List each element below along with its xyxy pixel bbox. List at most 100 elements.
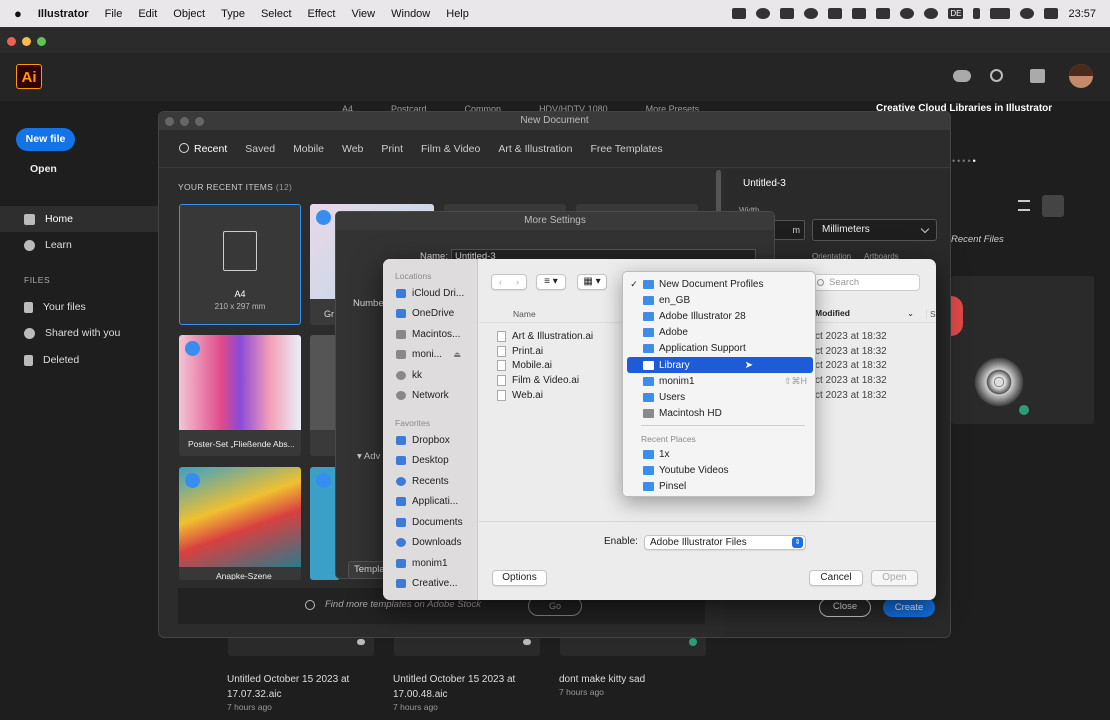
menu-item-application-support[interactable]: Application Support xyxy=(627,340,813,356)
chevron-right-icon[interactable]: › xyxy=(516,277,519,287)
tab-print[interactable]: Print xyxy=(381,143,403,155)
menu-item-adobe-illustrator-28[interactable]: Adobe Illustrator 28 xyxy=(627,308,813,324)
menu-type[interactable]: Type xyxy=(213,8,253,20)
recent-file-thumb-3[interactable] xyxy=(560,636,706,656)
sidebar-item-onedrive[interactable]: OneDrive xyxy=(383,304,477,325)
menu-object[interactable]: Object xyxy=(165,8,213,20)
menu-item-pinsel[interactable]: Pinsel xyxy=(627,478,813,494)
dialog-zoom-button[interactable] xyxy=(195,117,204,126)
list-view-button[interactable]: ≡ ▾ xyxy=(536,274,566,290)
create-button[interactable]: Create xyxy=(883,598,935,617)
zoom-window-button[interactable] xyxy=(37,37,46,46)
column-name[interactable]: Name xyxy=(513,309,536,319)
group-view-button[interactable]: ▦ ▾ xyxy=(577,274,607,290)
tab-web[interactable]: Web xyxy=(342,143,363,155)
preset-card-a4[interactable]: A4 210 x 297 mm xyxy=(179,204,301,325)
back-button[interactable]: ‹ › xyxy=(491,274,527,290)
advanced-toggle[interactable]: ▾ Adv xyxy=(357,451,380,462)
tab-recent[interactable]: Recent xyxy=(179,142,227,155)
keyboard-icon[interactable] xyxy=(876,8,891,19)
units-select[interactable]: Millimeters xyxy=(812,219,937,241)
menu-item-macintosh-hd[interactable]: Macintosh HD xyxy=(627,405,813,421)
sidebar-item-kk[interactable]: kk xyxy=(383,365,477,386)
gift-icon[interactable] xyxy=(1030,69,1045,83)
menu-help[interactable]: Help xyxy=(438,8,477,20)
column-size[interactable]: Si xyxy=(926,309,936,319)
menu-item-youtube-videos[interactable]: Youtube Videos xyxy=(627,462,813,478)
avatar[interactable] xyxy=(1069,64,1093,88)
open-button[interactable]: Open xyxy=(871,570,918,586)
sidebar-item-moni[interactable]: moni... ⏏ xyxy=(383,345,477,366)
dialog-close-button[interactable] xyxy=(165,117,174,126)
cancel-button[interactable]: Cancel xyxy=(809,570,863,586)
menu-item-monim1[interactable]: monim1 ⇧⌘H xyxy=(627,373,813,389)
enable-select[interactable]: Adobe Illustrator Files ⇕ xyxy=(644,535,806,550)
tab-film-video[interactable]: Film & Video xyxy=(421,143,480,155)
nav-your-files[interactable]: Your files xyxy=(0,294,86,320)
nav-home[interactable]: Home xyxy=(0,206,160,232)
find-templates-input[interactable]: Find more templates on Adobe Stock xyxy=(325,599,481,610)
time-machine-icon[interactable] xyxy=(924,8,939,19)
apple-menu-icon[interactable]: ● xyxy=(0,6,30,21)
recent-file-item[interactable]: dont make kitty sad 7 hours ago xyxy=(559,672,699,697)
menu-illustrator[interactable]: Illustrator xyxy=(30,8,97,20)
tab-saved[interactable]: Saved xyxy=(245,143,275,155)
menu-effect[interactable]: Effect xyxy=(300,8,344,20)
template-card-poster[interactable]: Poster-Set „Fließende Abs... xyxy=(179,335,301,456)
minimize-window-button[interactable] xyxy=(22,37,31,46)
nav-learn[interactable]: Learn xyxy=(0,232,72,258)
list-view-icon[interactable] xyxy=(1018,200,1030,211)
menu-edit[interactable]: Edit xyxy=(130,8,165,20)
template-card-anapke[interactable]: Anapke-Szene xyxy=(179,467,301,580)
search-field[interactable]: Search xyxy=(811,274,920,291)
close-window-button[interactable] xyxy=(7,37,16,46)
nav-shared[interactable]: Shared with you xyxy=(0,320,120,346)
recent-file-item[interactable]: Untitled October 15 2023 at 17.07.32.aic… xyxy=(227,672,357,712)
camera-icon[interactable] xyxy=(732,8,747,19)
play-icon[interactable] xyxy=(900,8,915,19)
new-file-button[interactable]: New file xyxy=(16,128,75,151)
tab-art-illustration[interactable]: Art & Illustration xyxy=(498,143,572,155)
recent-file-thumb-2[interactable] xyxy=(394,636,540,656)
nav-deleted[interactable]: Deleted xyxy=(0,347,79,373)
recent-file-thumb-1[interactable] xyxy=(228,636,374,656)
grid-view-icon[interactable] xyxy=(1042,195,1064,217)
bg-recent-thumb[interactable] xyxy=(951,276,1094,424)
menu-window[interactable]: Window xyxy=(383,8,438,20)
dropbox-icon[interactable] xyxy=(780,8,795,19)
menu-view[interactable]: View xyxy=(343,8,383,20)
creative-cloud-icon[interactable] xyxy=(756,8,771,19)
video-icon[interactable] xyxy=(828,8,843,19)
adobe-status-icon[interactable] xyxy=(804,8,819,19)
options-button[interactable]: Options xyxy=(492,570,547,586)
menu-item-library[interactable]: Library ➤ xyxy=(627,357,813,373)
bluetooth-icon[interactable] xyxy=(973,8,981,19)
chevron-left-icon[interactable]: ‹ xyxy=(499,277,502,287)
sidebar-item-macintosh[interactable]: Macintos... xyxy=(383,324,477,345)
menu-item-adobe[interactable]: Adobe xyxy=(627,324,813,340)
document-name-field[interactable]: Untitled-3 xyxy=(743,178,786,189)
sidebar-item-documents[interactable]: Documents xyxy=(383,512,477,533)
menu-item-en-gb[interactable]: en_GB xyxy=(627,292,813,308)
cloud-icon[interactable] xyxy=(953,70,971,82)
menu-item-new-document-profiles[interactable]: ✓ New Document Profiles xyxy=(627,276,813,292)
open-button[interactable]: Open xyxy=(30,163,57,175)
sidebar-item-applications[interactable]: Applicati... xyxy=(383,492,477,513)
close-button[interactable]: Close xyxy=(819,598,871,617)
sidebar-item-downloads[interactable]: Downloads xyxy=(383,533,477,554)
dialog-minimize-button[interactable] xyxy=(180,117,189,126)
menu-select[interactable]: Select xyxy=(253,8,300,20)
sidebar-item-creative[interactable]: Creative... xyxy=(383,574,477,595)
tab-mobile[interactable]: Mobile xyxy=(293,143,324,155)
input-source-badge[interactable]: DE xyxy=(948,8,964,19)
menu-file[interactable]: File xyxy=(97,8,131,20)
menu-item-users[interactable]: Users xyxy=(627,389,813,405)
template-button[interactable]: Templa xyxy=(348,561,388,579)
app-menu-icon[interactable] xyxy=(852,8,867,19)
search-icon[interactable] xyxy=(990,69,1003,82)
clock[interactable]: 23:57 xyxy=(1068,8,1096,20)
sidebar-item-icloud[interactable]: iCloud Dri... xyxy=(383,283,477,304)
menu-item-1x[interactable]: 1x xyxy=(627,446,813,462)
sidebar-item-recents[interactable]: Recents xyxy=(383,471,477,492)
sidebar-item-network[interactable]: Network xyxy=(383,386,477,407)
